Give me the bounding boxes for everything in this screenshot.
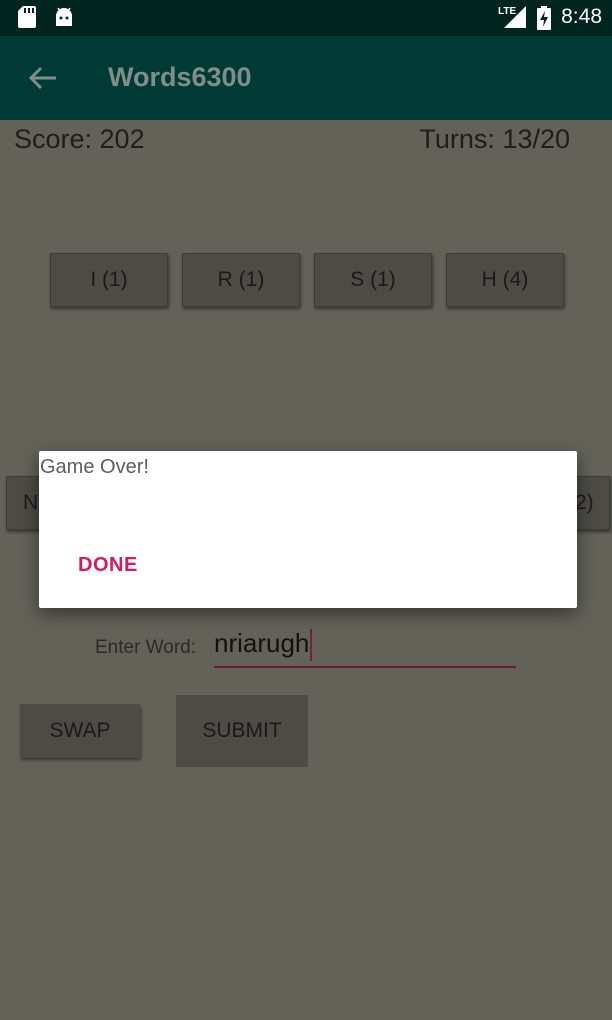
app-bar: Words6300 bbox=[0, 36, 612, 120]
clock: 8:48 bbox=[561, 5, 602, 28]
battery-charging-icon bbox=[537, 6, 551, 30]
signal-icon bbox=[504, 6, 526, 28]
game-over-dialog: Game Over! DONE bbox=[39, 451, 577, 608]
enter-word-label: Enter Word: bbox=[95, 637, 197, 658]
letter-tile[interactable]: I (1) bbox=[50, 253, 168, 307]
status-bar: LTE 8:48 bbox=[0, 0, 612, 36]
sd-card-icon bbox=[18, 6, 36, 28]
score-label: Score: 202 bbox=[14, 124, 145, 154]
submit-button[interactable]: SUBMIT bbox=[176, 695, 308, 767]
done-button[interactable]: DONE bbox=[78, 554, 138, 577]
word-input[interactable]: nriarugh bbox=[214, 628, 516, 668]
letter-tile-right-label: 2) bbox=[575, 491, 594, 514]
letter-tile[interactable]: S (1) bbox=[314, 253, 432, 307]
letter-tile-left-label: N bbox=[23, 491, 39, 514]
android-icon bbox=[56, 7, 72, 26]
turns-label: Turns: 13/20 bbox=[419, 124, 570, 154]
swap-button[interactable]: SWAP bbox=[20, 704, 140, 758]
text-cursor bbox=[310, 629, 313, 662]
letter-tile[interactable]: H (4) bbox=[446, 253, 564, 307]
word-input-value: nriarugh bbox=[214, 628, 310, 658]
arrow-back-icon[interactable] bbox=[26, 64, 58, 92]
dialog-title: Game Over! bbox=[40, 456, 149, 478]
app-title: Words6300 bbox=[108, 62, 252, 92]
letter-tile[interactable]: R (1) bbox=[182, 253, 300, 307]
